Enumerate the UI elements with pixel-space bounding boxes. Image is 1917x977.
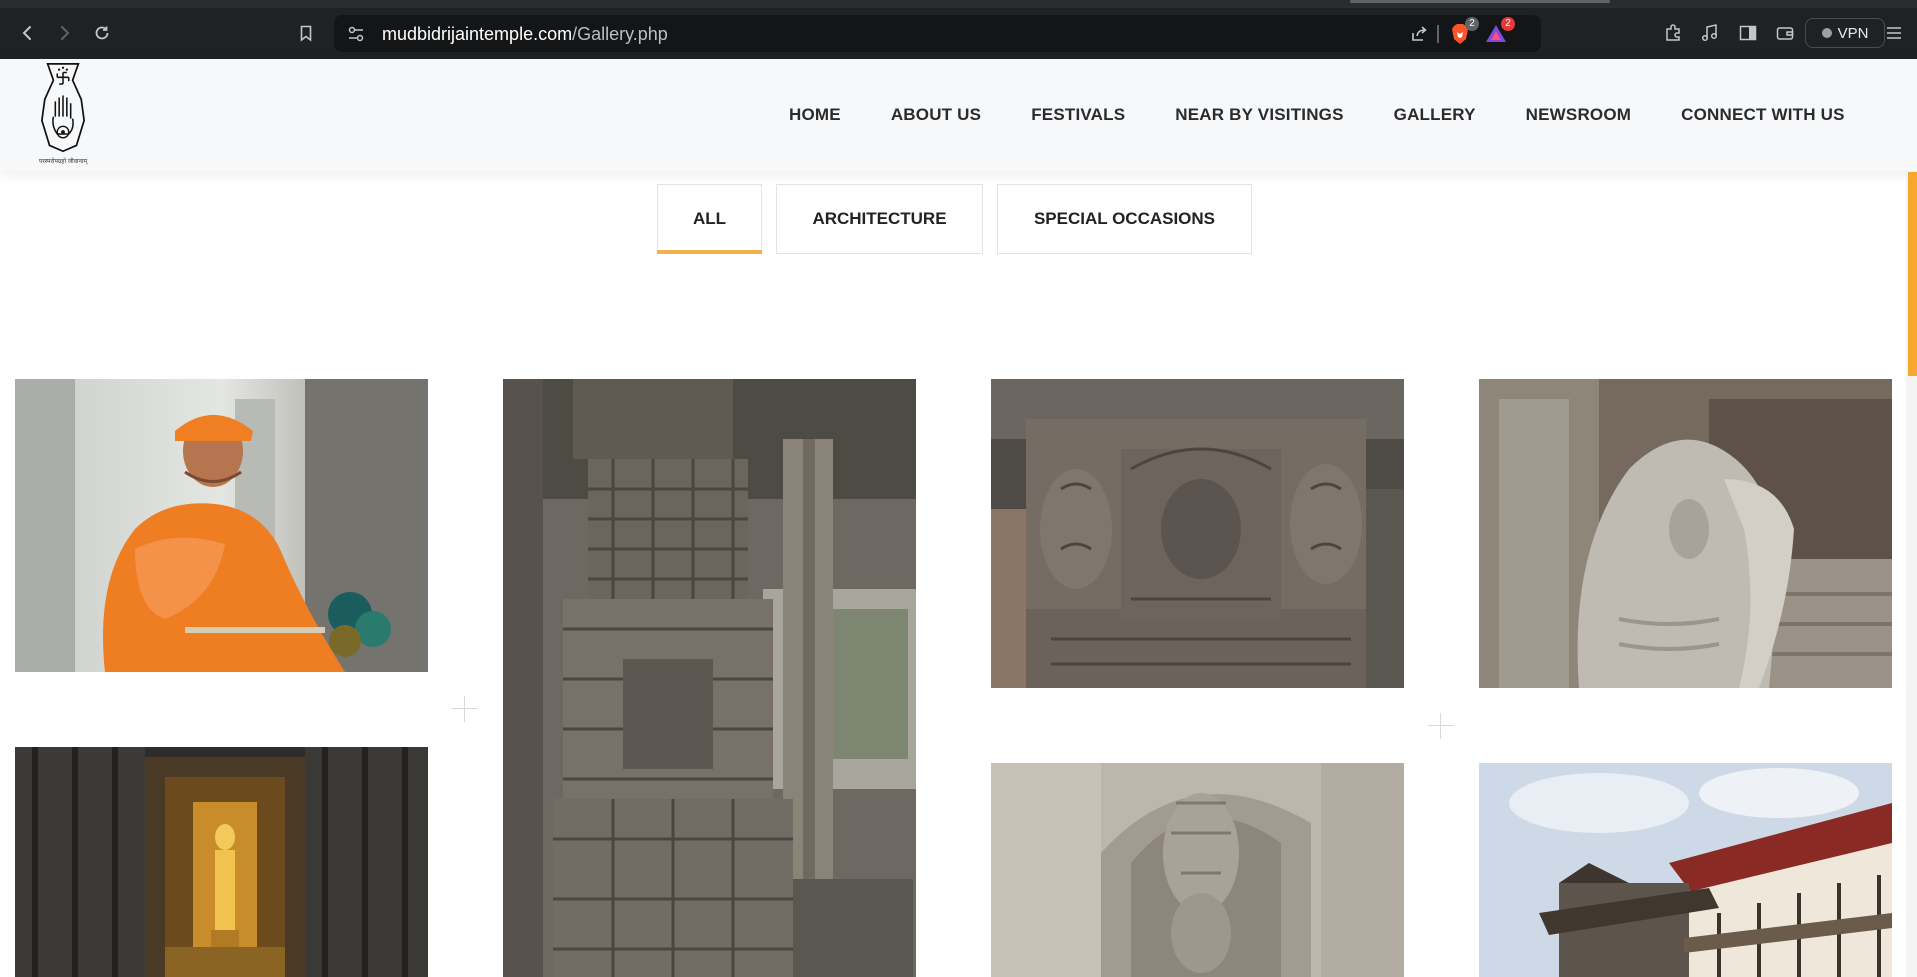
- vpn-button[interactable]: VPN: [1805, 18, 1885, 48]
- nav-home[interactable]: HOME: [789, 105, 841, 125]
- nav-connect-with-us[interactable]: CONNECT WITH US: [1681, 105, 1845, 125]
- gallery-image-carved-pillar[interactable]: [503, 379, 916, 977]
- vpn-label: VPN: [1837, 24, 1869, 42]
- brave-shields-button[interactable]: 2: [1447, 17, 1479, 47]
- main-navigation: HOME ABOUT US FESTIVALS NEAR BY VISITING…: [789, 105, 1845, 125]
- hamburger-menu-icon: [1887, 27, 1901, 39]
- gallery-filters: ALL ARCHITECTURE SPECIAL OCCASIONS: [657, 184, 1252, 254]
- back-button[interactable]: [15, 20, 41, 46]
- forward-button[interactable]: [51, 20, 77, 46]
- music-note-icon: [1701, 24, 1718, 42]
- url-path: /Gallery.php: [572, 24, 668, 44]
- tab-strip: [0, 0, 1917, 8]
- vpn-status-icon: [1821, 28, 1832, 38]
- wallet-button[interactable]: [1773, 21, 1797, 45]
- relief-carving-photo: [991, 379, 1404, 688]
- share-button[interactable]: [1406, 21, 1432, 47]
- site-settings-icon[interactable]: [346, 24, 366, 44]
- filter-architecture-button[interactable]: ARCHITECTURE: [776, 184, 983, 254]
- monk-photo: [15, 379, 428, 672]
- temple-roof-photo: [1479, 763, 1892, 977]
- gallery-image-stone-elephant[interactable]: [1479, 379, 1892, 688]
- active-tab-indicator[interactable]: [1350, 0, 1610, 3]
- menu-button[interactable]: [1882, 21, 1906, 45]
- extensions-button[interactable]: [1661, 21, 1685, 45]
- scrollbar-thumb[interactable]: [1908, 172, 1917, 376]
- gallery-image-temple-roof[interactable]: [1479, 763, 1892, 977]
- temple-logo[interactable]: परस्परोपग्रहो जीवानाम्: [33, 61, 93, 169]
- nav-newsroom[interactable]: NEWSROOM: [1526, 105, 1631, 125]
- nav-gallery[interactable]: GALLERY: [1394, 105, 1476, 125]
- url-text[interactable]: mudbidrijaintemple.com/Gallery.php: [382, 24, 668, 45]
- reload-icon: [95, 26, 109, 40]
- back-arrow-icon: [22, 26, 31, 40]
- browser-toolbar: mudbidrijaintemple.com/Gallery.php 2 2 V…: [0, 0, 1917, 59]
- url-host: mudbidrijaintemple.com: [382, 24, 573, 44]
- media-button[interactable]: [1698, 21, 1722, 45]
- sanctum-idol-photo: [15, 747, 428, 977]
- sidebar-button[interactable]: [1736, 21, 1760, 45]
- nav-festivals[interactable]: FESTIVALS: [1031, 105, 1125, 125]
- share-icon: [1412, 26, 1427, 41]
- brave-rewards-button[interactable]: 2: [1483, 17, 1515, 47]
- jain-emblem-icon: [40, 63, 86, 153]
- forward-arrow-icon: [61, 26, 70, 40]
- carved-pillar-photo: [503, 379, 916, 977]
- omnibox-divider: [1437, 25, 1439, 43]
- filter-special-occasions-button[interactable]: SPECIAL OCCASIONS: [997, 184, 1252, 254]
- nav-near-by-visitings[interactable]: NEAR BY VISITINGS: [1175, 105, 1343, 125]
- shields-badge: 2: [1465, 17, 1479, 31]
- rewards-badge: 2: [1501, 17, 1515, 31]
- reload-button[interactable]: [89, 20, 115, 46]
- wallet-icon: [1776, 27, 1794, 40]
- bookmark-icon: [300, 25, 312, 42]
- bookmark-button[interactable]: [293, 20, 319, 46]
- plus-decoration-icon: [1428, 713, 1454, 739]
- gallery-image-relief-carving[interactable]: [991, 379, 1404, 688]
- puzzle-icon: [1666, 24, 1680, 41]
- stone-elephant-photo: [1479, 379, 1892, 688]
- gallery-image-monk[interactable]: [15, 379, 428, 672]
- gallery-image-sanctum-idol[interactable]: [15, 747, 428, 977]
- address-bar[interactable]: mudbidrijaintemple.com/Gallery.php 2 2: [334, 15, 1541, 52]
- sidebar-panel-icon: [1739, 25, 1757, 41]
- carved-figure-photo: [991, 763, 1404, 977]
- site-header: परस्परोपग्रहो जीवानाम् HOME ABOUT US FES…: [0, 59, 1917, 171]
- gallery-image-carved-figure[interactable]: [991, 763, 1404, 977]
- nav-about-us[interactable]: ABOUT US: [891, 105, 981, 125]
- plus-decoration-icon: [452, 696, 478, 722]
- logo-caption: परस्परोपग्रहो जीवानाम्: [38, 159, 88, 165]
- filter-all-button[interactable]: ALL: [657, 184, 762, 254]
